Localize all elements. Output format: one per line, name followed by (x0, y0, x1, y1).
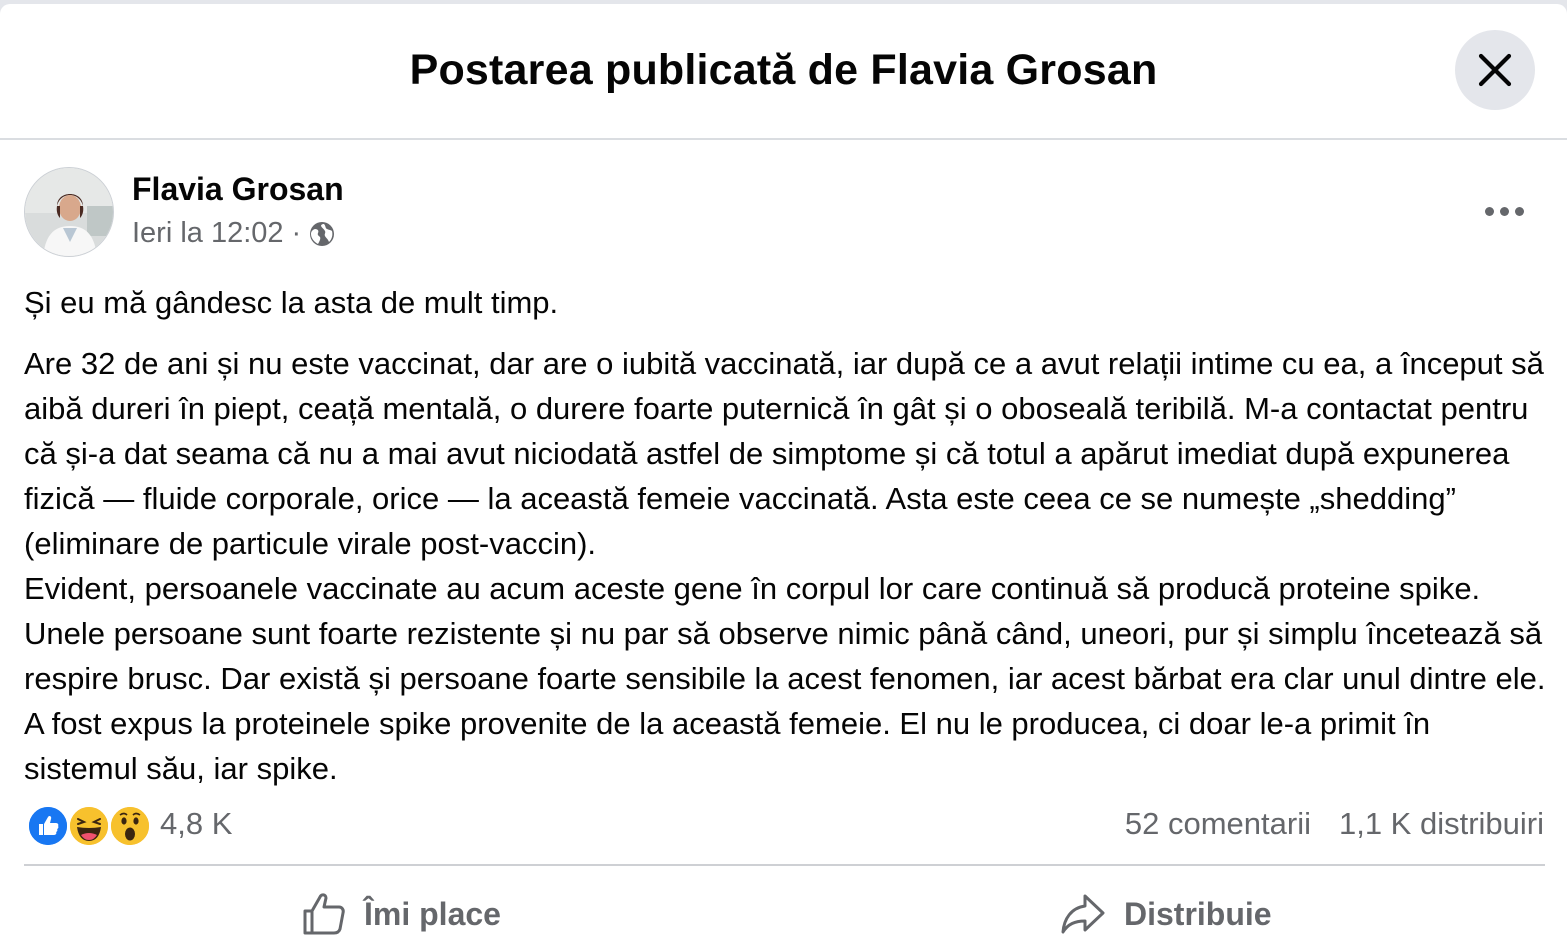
more-horizontal-icon (1484, 206, 1494, 216)
post-meta: Ieri la 12:02 · (132, 217, 335, 250)
post-paragraph: Evident, persoanele vaccinate au acum ac… (24, 571, 1546, 786)
reactions-row: 4,8 K 52 comentarii 1,1 K distribuiri (26, 800, 1546, 852)
post-timestamp[interactable]: Ieri la 12:02 (132, 217, 284, 250)
avatar[interactable] (24, 167, 114, 257)
more-dot (1514, 206, 1524, 216)
comments-count[interactable]: 52 comentarii (1125, 806, 1311, 842)
haha-icon (67, 804, 111, 848)
share-arrow-icon (1061, 894, 1105, 934)
author-name[interactable]: Flavia Grosan (132, 171, 344, 208)
globe-icon (310, 221, 335, 246)
share-label: Distribuie (1124, 895, 1272, 932)
close-icon (1478, 53, 1512, 87)
avatar-image (25, 168, 113, 256)
thumbs-up-icon (303, 893, 345, 935)
post-header: Flavia Grosan Ieri la 12:02 · (24, 167, 1544, 259)
like-label: Îmi place (364, 895, 501, 932)
close-button[interactable] (1455, 30, 1535, 110)
post-body: Și eu mă gândesc la asta de mult timp. A… (24, 280, 1549, 791)
share-button[interactable]: Distribuie (1060, 884, 1272, 944)
reaction-icons[interactable] (26, 804, 152, 848)
like-button[interactable]: Îmi place (302, 884, 501, 944)
post-actions: Îmi place Distribuie (24, 866, 1545, 950)
dialog-title: Postarea publicată de Flavia Grosan (409, 45, 1158, 94)
dialog-header: Postarea publicată de Flavia Grosan (0, 4, 1567, 140)
post-paragraph: Are 32 de ani și nu este vaccinat, dar a… (24, 346, 1544, 561)
more-options-button[interactable] (1474, 191, 1534, 231)
reaction-count[interactable]: 4,8 K (160, 806, 232, 842)
post-dialog: Postarea publicată de Flavia Grosan Flav… (0, 4, 1567, 950)
like-icon (26, 804, 70, 848)
engagement-stats: 52 comentarii 1,1 K distribuiri (1125, 806, 1544, 842)
post-paragraph: Și eu mă gândesc la asta de mult timp. (24, 285, 559, 320)
meta-separator: · (291, 217, 302, 249)
wow-icon (108, 804, 152, 848)
more-dot (1499, 206, 1509, 216)
shares-count[interactable]: 1,1 K distribuiri (1339, 806, 1544, 842)
